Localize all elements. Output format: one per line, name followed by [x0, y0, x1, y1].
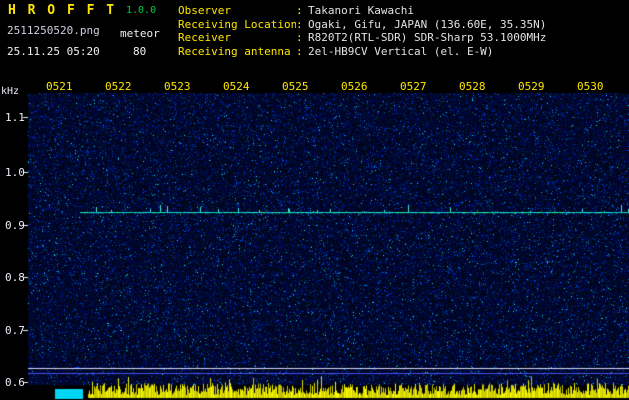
time-tick-label: 0526: [341, 80, 368, 93]
info-colon: :: [296, 44, 303, 58]
time-tick-label: 0528: [459, 80, 486, 93]
info-label: Receiver: [178, 31, 231, 44]
time-tick-label: 0529: [518, 80, 545, 93]
frequency-unit-label: kHz: [1, 86, 20, 97]
header: H R O F F T 1.0.0 2511250520.png meteor …: [0, 0, 629, 78]
info-colon: :: [296, 31, 303, 44]
info-row-antenna: Receiving antenna : 2el-HB9CV Vertical (…: [178, 45, 546, 59]
time-tick-label: 0521: [46, 80, 73, 93]
info-value: Ogaki, Gifu, JAPAN (136.60E, 35.35N): [308, 17, 547, 31]
freq-tick-label: 0.9: [5, 219, 25, 232]
time-tick-label: 0530: [577, 80, 604, 93]
info-colon: :: [296, 17, 303, 31]
info-row-location: Receiving Location : Ogaki, Gifu, JAPAN …: [178, 18, 546, 32]
time-tick-label: 0524: [223, 80, 250, 93]
app-title: H R O F F T: [8, 3, 117, 18]
time-tick-label: 0522: [105, 80, 132, 93]
info-label: Receiving Location: [178, 17, 296, 31]
info-value: Takanori Kawachi: [308, 4, 414, 17]
freq-tick-label: 0.6: [5, 376, 25, 389]
freq-tick-label: 1.0: [5, 166, 25, 179]
app-version: 1.0.0: [126, 5, 157, 16]
info-label: Observer: [178, 4, 231, 17]
info-label: Receiving antenna: [178, 44, 291, 58]
observation-datetime: 25.11.25 05:20: [7, 45, 100, 58]
time-tick-label: 0523: [164, 80, 191, 93]
info-row-receiver: Receiver : R820T2(RTL-SDR) SDR-Sharp 53.…: [178, 31, 546, 45]
info-colon: :: [296, 4, 303, 17]
info-value: 2el-HB9CV Vertical (el. E-W): [308, 44, 494, 58]
hrofft-output: H R O F F T 1.0.0 2511250520.png meteor …: [0, 0, 629, 400]
spectrogram-canvas: [0, 78, 629, 400]
observation-mode: meteor: [120, 27, 160, 40]
level-param: 80: [133, 45, 147, 58]
time-tick-label: 0525: [282, 80, 309, 93]
output-filename: 2511250520.png: [7, 24, 100, 37]
freq-tick-label: 1.1: [5, 111, 25, 124]
freq-tick-label: 0.7: [5, 324, 25, 337]
time-tick-label: 0527: [400, 80, 427, 93]
freq-tick-label: 0.8: [5, 271, 25, 284]
info-value: R820T2(RTL-SDR) SDR-Sharp 53.1000MHz: [308, 31, 547, 44]
station-info: Observer : Takanori Kawachi Receiving Lo…: [178, 4, 546, 58]
info-row-observer: Observer : Takanori Kawachi: [178, 4, 546, 18]
